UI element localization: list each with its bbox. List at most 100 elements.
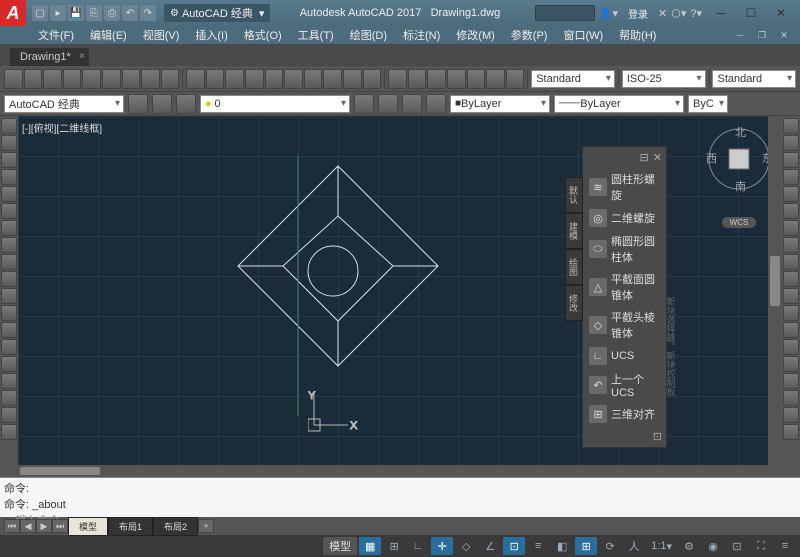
tool-button[interactable] <box>245 69 264 89</box>
menu-window[interactable]: 窗口(W) <box>555 27 611 43</box>
qat-new-icon[interactable]: ▢ <box>32 5 48 21</box>
tool-button[interactable] <box>102 69 121 89</box>
layout-prev-button[interactable]: ◀ <box>20 519 36 533</box>
hatch-tool[interactable] <box>1 220 17 236</box>
tool-button[interactable] <box>1 322 17 338</box>
tool-button[interactable] <box>1 424 17 440</box>
palette-tab[interactable]: 修改 <box>565 285 583 321</box>
tool-button[interactable] <box>354 94 374 114</box>
tool-button[interactable] <box>1 407 17 423</box>
explode-tool[interactable] <box>783 305 799 321</box>
palette-item-helix-cyl[interactable]: ≋圆柱形螺旋 <box>587 168 662 206</box>
tool-button[interactable] <box>43 69 62 89</box>
circle-tool[interactable] <box>1 152 17 168</box>
rect-tool[interactable] <box>1 186 17 202</box>
tool-button[interactable] <box>402 94 422 114</box>
maximize-button[interactable]: ☐ <box>736 3 766 23</box>
qat-undo-icon[interactable]: ↶ <box>122 5 138 21</box>
tool-button[interactable] <box>161 69 180 89</box>
menu-parametric[interactable]: 参数(P) <box>503 27 556 43</box>
tool-button[interactable] <box>176 94 196 114</box>
tool-button[interactable] <box>1 288 17 304</box>
tool-button[interactable] <box>783 424 799 440</box>
tool-button[interactable] <box>141 69 160 89</box>
rotate-tool[interactable] <box>783 152 799 168</box>
fillet-tool[interactable] <box>783 237 799 253</box>
tool-button[interactable] <box>506 69 525 89</box>
dyn-input-toggle[interactable]: ⊡ <box>503 537 525 555</box>
tool-button[interactable] <box>1 373 17 389</box>
tool-button[interactable] <box>783 322 799 338</box>
palette-item-ucs-prev[interactable]: ↶上一个UCS <box>587 368 662 402</box>
tool-button[interactable] <box>447 69 466 89</box>
minimize-button[interactable]: ─ <box>706 3 736 23</box>
tool-button[interactable] <box>783 339 799 355</box>
palette-auto-hide-icon[interactable]: ⊟ <box>640 151 649 164</box>
tool-button[interactable] <box>783 390 799 406</box>
tool-palette[interactable]: 默认 建模 绘图 修改 ⊟ ✕ ≋圆柱形螺旋 ◎二维螺旋 ⬭椭圆形圆柱体 △平截… <box>582 146 667 448</box>
tool-button[interactable] <box>225 69 244 89</box>
block-tool[interactable] <box>1 271 17 287</box>
tool-button[interactable] <box>1 339 17 355</box>
tool-button[interactable] <box>186 69 205 89</box>
hardware-button[interactable]: ⊡ <box>726 537 748 555</box>
search-icon[interactable]: 👤▾ <box>599 7 618 20</box>
mirror-tool[interactable] <box>783 186 799 202</box>
qat-redo-icon[interactable]: ↷ <box>140 5 156 21</box>
menu-help[interactable]: 帮助(H) <box>611 27 664 43</box>
vertical-scrollbar[interactable] <box>768 116 782 465</box>
palette-tab[interactable]: 绘图 <box>565 249 583 285</box>
doc-close-button[interactable]: ✕ <box>774 28 794 42</box>
tool-button[interactable] <box>343 69 362 89</box>
palette-tab[interactable]: 默认 <box>565 177 583 213</box>
tool-button[interactable] <box>408 69 427 89</box>
tool-button[interactable] <box>206 69 225 89</box>
viewport-label[interactable]: [-][俯视][二维线框] <box>22 120 102 135</box>
cycle-toggle[interactable]: ⟳ <box>599 537 621 555</box>
lineweight-toggle[interactable]: ≡ <box>527 537 549 555</box>
dim-tool[interactable] <box>1 254 17 270</box>
menu-file[interactable]: 文件(F) <box>30 27 82 43</box>
layout-tab-1[interactable]: 布局1 <box>108 517 153 536</box>
wcs-label[interactable]: WCS <box>722 217 756 228</box>
tool-button[interactable] <box>4 69 23 89</box>
menu-modify[interactable]: 修改(M) <box>448 27 503 43</box>
tool-button[interactable] <box>378 94 398 114</box>
menu-view[interactable]: 视图(V) <box>135 27 188 43</box>
qat-saveas-icon[interactable]: ⎘ <box>86 5 102 21</box>
tool-button[interactable] <box>284 69 303 89</box>
scale-button[interactable]: 1:1▾ <box>647 537 676 555</box>
transparency-toggle[interactable]: ◧ <box>551 537 573 555</box>
cloud-icon[interactable]: ⬡▾ <box>671 7 686 20</box>
layout-tab-model[interactable]: 模型 <box>68 517 108 536</box>
tool-button[interactable] <box>783 356 799 372</box>
workspace-selector[interactable]: AutoCAD 经典 ▾ <box>164 4 270 22</box>
menu-format[interactable]: 格式(O) <box>236 27 290 43</box>
extend-tool[interactable] <box>783 220 799 236</box>
tool-button[interactable] <box>82 69 101 89</box>
qat-open-icon[interactable]: ▸ <box>50 5 66 21</box>
tool-button[interactable] <box>486 69 505 89</box>
command-window[interactable]: 命令: 命令: _about ▸ 键入命令 <box>0 477 800 517</box>
arc-tool[interactable] <box>1 169 17 185</box>
palette-menu-icon[interactable]: ⊡ <box>653 431 662 443</box>
palette-item-frustum-pyr[interactable]: ◇平截头棱锥体 <box>587 306 662 344</box>
tool-button[interactable] <box>388 69 407 89</box>
isolate-button[interactable]: ◉ <box>702 537 724 555</box>
palette-item-ucs[interactable]: ∟UCS <box>587 344 662 368</box>
clean-screen-button[interactable]: ⛶ <box>750 537 772 555</box>
tool-button[interactable] <box>427 69 446 89</box>
lineweight-combo[interactable]: ByC <box>688 95 728 113</box>
exchange-icon[interactable]: ✕ <box>658 7 667 20</box>
array-tool[interactable] <box>783 271 799 287</box>
gear-icon[interactable]: ⚙ <box>678 537 700 555</box>
tool-button[interactable] <box>1 390 17 406</box>
palette-item-helix-2d[interactable]: ◎二维螺旋 <box>587 206 662 230</box>
tool-button[interactable] <box>1 305 17 321</box>
tool-button[interactable] <box>323 69 342 89</box>
annoscale-button[interactable]: 人 <box>623 537 645 555</box>
doc-restore-button[interactable]: ❐ <box>752 28 772 42</box>
doc-minimize-button[interactable]: ─ <box>730 28 750 42</box>
layout-next-button[interactable]: ▶ <box>36 519 52 533</box>
ellipse-tool[interactable] <box>1 203 17 219</box>
